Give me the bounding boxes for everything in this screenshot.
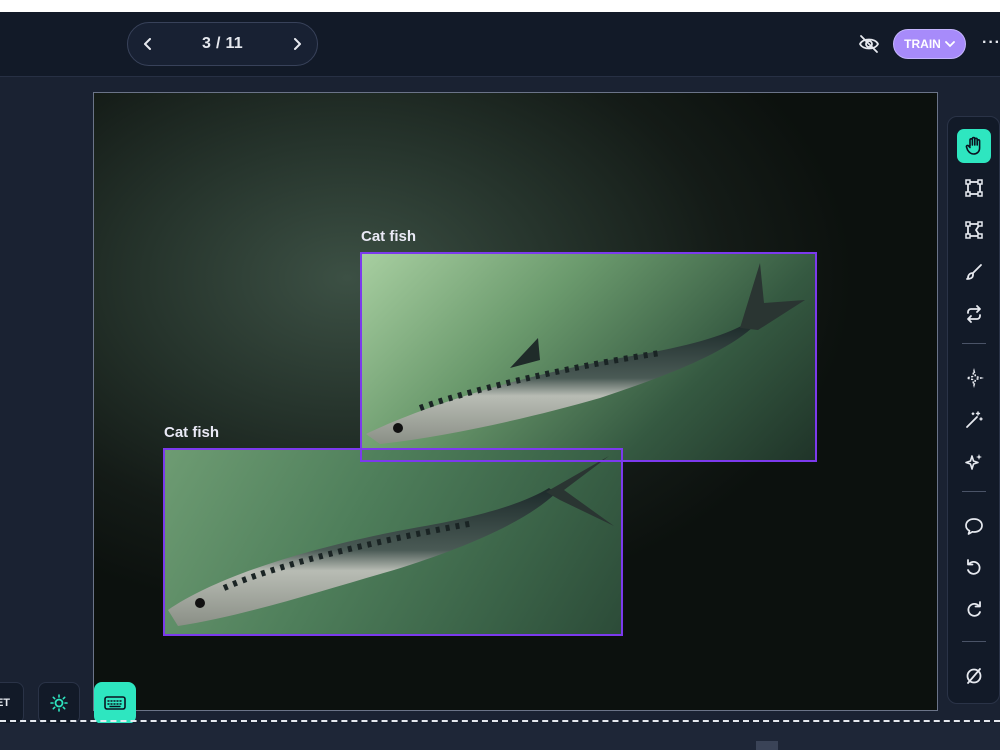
toolbar-divider bbox=[962, 343, 986, 344]
sun-icon bbox=[50, 694, 68, 712]
browser-top-strip bbox=[0, 0, 1000, 12]
repeat-icon[interactable] bbox=[957, 297, 991, 331]
tool-palette bbox=[947, 116, 1000, 704]
train-label: TRAIN bbox=[904, 37, 941, 51]
empty-set-icon[interactable] bbox=[957, 659, 991, 693]
rectangle-icon[interactable] bbox=[957, 171, 991, 205]
bounding-box-upper[interactable] bbox=[360, 252, 817, 462]
toolbar-divider bbox=[962, 491, 986, 492]
bbox-label-upper: Cat fish bbox=[361, 228, 417, 245]
redo-icon[interactable] bbox=[957, 593, 991, 627]
train-dropdown-button[interactable]: TRAIN bbox=[893, 29, 966, 59]
bbox-label-lower: Cat fish bbox=[164, 424, 220, 441]
magic-wand-icon[interactable] bbox=[957, 403, 991, 437]
bounding-box-lower[interactable] bbox=[163, 448, 623, 636]
brightness-button[interactable] bbox=[38, 682, 80, 724]
comment-icon[interactable] bbox=[957, 509, 991, 543]
keyboard-icon bbox=[104, 696, 126, 710]
sparkles-icon[interactable] bbox=[957, 445, 991, 479]
more-options-icon[interactable]: ··· bbox=[982, 34, 1000, 52]
image-canvas[interactable]: Cat fish Cat fish bbox=[93, 92, 938, 711]
toolbar-divider bbox=[962, 641, 986, 642]
chevron-right-icon[interactable] bbox=[289, 36, 305, 52]
timeline-divider bbox=[0, 720, 1000, 722]
eye-off-icon[interactable] bbox=[858, 34, 880, 54]
polygon-icon[interactable] bbox=[957, 213, 991, 247]
chevron-left-icon[interactable] bbox=[140, 36, 156, 52]
reset-button[interactable]: ET bbox=[0, 682, 24, 724]
reset-label: ET bbox=[0, 697, 11, 709]
bottom-panel bbox=[0, 723, 1000, 750]
pager-count: 3 / 11 bbox=[202, 35, 243, 52]
hand-icon[interactable] bbox=[957, 129, 991, 163]
top-header: 3 / 11 TRAIN ··· bbox=[0, 12, 1000, 77]
undo-icon[interactable] bbox=[957, 551, 991, 585]
brush-icon[interactable] bbox=[957, 255, 991, 289]
magic-sparkle-icon[interactable] bbox=[957, 361, 991, 395]
chevron-down-icon bbox=[944, 41, 955, 48]
scrollbar-thumb[interactable] bbox=[756, 741, 778, 750]
image-pager: 3 / 11 bbox=[127, 22, 318, 66]
keyboard-shortcuts-button[interactable] bbox=[94, 682, 136, 724]
